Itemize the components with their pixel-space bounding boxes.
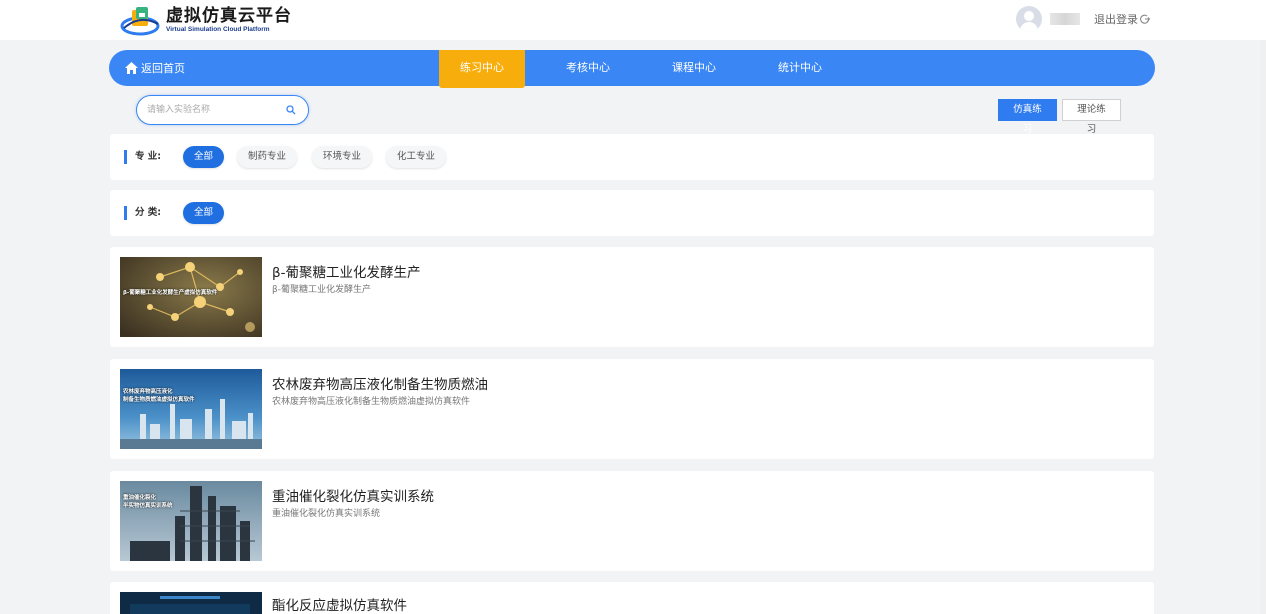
experiment-thumbnail[interactable]	[120, 592, 262, 614]
thumbnail-caption-line-2: 制备生物质燃油虚拟仿真软件	[123, 397, 195, 403]
top-header: 虚拟仿真云平台 Virtual Simulation Cloud Platfor…	[0, 0, 1266, 40]
home-icon	[125, 62, 138, 74]
platform-logo[interactable]: 虚拟仿真云平台 Virtual Simulation Cloud Platfor…	[120, 4, 292, 36]
experiment-description: β-葡聚糖工业化发酵生产	[272, 285, 371, 295]
logout-button[interactable]: 退出登录	[1094, 11, 1150, 27]
major-chip-all[interactable]: 全部	[183, 146, 225, 168]
avatar[interactable]	[1016, 6, 1042, 32]
page-scrollbar[interactable]	[1260, 40, 1266, 614]
logout-label: 退出登录	[1094, 13, 1138, 26]
experiment-description: 重油催化裂化仿真实训系统	[272, 509, 381, 519]
experiment-title[interactable]: β-葡聚糖工业化发酵生产	[272, 261, 421, 281]
experiment-title[interactable]: 农林废弃物高压液化制备生物质燃油	[272, 373, 488, 393]
refinery-image	[120, 369, 262, 449]
home-link[interactable]: 返回首页	[125, 50, 185, 86]
user-area: 退出登录	[1016, 6, 1150, 32]
molecule-image	[120, 257, 262, 337]
experiment-description: 农林废弃物高压液化制备生物质燃油虚拟仿真软件	[272, 397, 471, 407]
search-input[interactable]	[147, 103, 282, 117]
thumbnail-caption-line-1: 农林废弃物高压液化	[123, 389, 173, 395]
experiment-thumbnail[interactable]: β-葡聚糖工业化发酵生产虚拟仿真软件	[120, 257, 262, 337]
experiment-title[interactable]: 酯化反应虚拟仿真软件	[272, 594, 407, 614]
search-box	[136, 95, 309, 125]
username-redacted	[1050, 13, 1080, 25]
major-filter-panel: 专 业: 全部 制药专业 环境专业 化工专业	[110, 134, 1154, 180]
search-icon[interactable]	[286, 105, 296, 115]
experiment-card[interactable]: 酯化反应虚拟仿真软件	[110, 582, 1154, 614]
experiment-title[interactable]: 重油催化裂化仿真实训系统	[272, 485, 434, 505]
logo-icon	[120, 7, 160, 36]
major-chip-chemical[interactable]: 化工专业	[386, 146, 447, 168]
esterification-image	[120, 592, 262, 614]
category-chip-all[interactable]: 全部	[183, 202, 225, 224]
major-filter-label: 专 业:	[124, 150, 161, 164]
tab-practice-center[interactable]: 练习中心	[439, 50, 525, 88]
tab-exam-center[interactable]: 考核中心	[545, 50, 631, 86]
experiment-thumbnail[interactable]: 农林废弃物高压液化 制备生物质燃油虚拟仿真软件	[120, 369, 262, 449]
tab-course-center[interactable]: 课程中心	[651, 50, 737, 86]
experiment-card[interactable]: β-葡聚糖工业化发酵生产虚拟仿真软件 β-葡聚糖工业化发酵生产 β-葡聚糖工业化…	[110, 247, 1154, 347]
logout-icon	[1140, 14, 1150, 24]
experiment-card[interactable]: 重油催化裂化 半实物仿真实训系统 重油催化裂化仿真实训系统 重油催化裂化仿真实训…	[110, 471, 1154, 571]
experiment-card[interactable]: 农林废弃物高压液化 制备生物质燃油虚拟仿真软件 农林废弃物高压液化制备生物质燃油…	[110, 359, 1154, 459]
tab-statistics-center[interactable]: 统计中心	[757, 50, 843, 86]
major-chip-pharmacy[interactable]: 制药专业	[237, 146, 298, 168]
logo-title: 虚拟仿真云平台	[166, 5, 292, 26]
main-navbar: 返回首页 练习中心 考核中心 课程中心 统计中心	[109, 50, 1155, 88]
thumbnail-caption-line-2: 半实物仿真实训系统	[123, 503, 173, 509]
cracking-unit-image	[120, 481, 262, 561]
experiment-thumbnail[interactable]: 重油催化裂化 半实物仿真实训系统	[120, 481, 262, 561]
major-chip-environment[interactable]: 环境专业	[312, 146, 373, 168]
theory-practice-button[interactable]: 理论练习	[1062, 99, 1121, 135]
category-filter-panel: 分 类: 全部	[110, 190, 1154, 236]
thumbnail-caption-line-1: 重油催化裂化	[123, 495, 157, 501]
logo-subtitle: Virtual Simulation Cloud Platform	[166, 25, 270, 33]
home-link-label: 返回首页	[141, 62, 185, 75]
simulation-practice-button[interactable]: 仿真练习	[998, 99, 1057, 135]
thumbnail-caption: β-葡聚糖工业化发酵生产虚拟仿真软件	[123, 290, 218, 296]
category-filter-label: 分 类:	[124, 206, 161, 220]
